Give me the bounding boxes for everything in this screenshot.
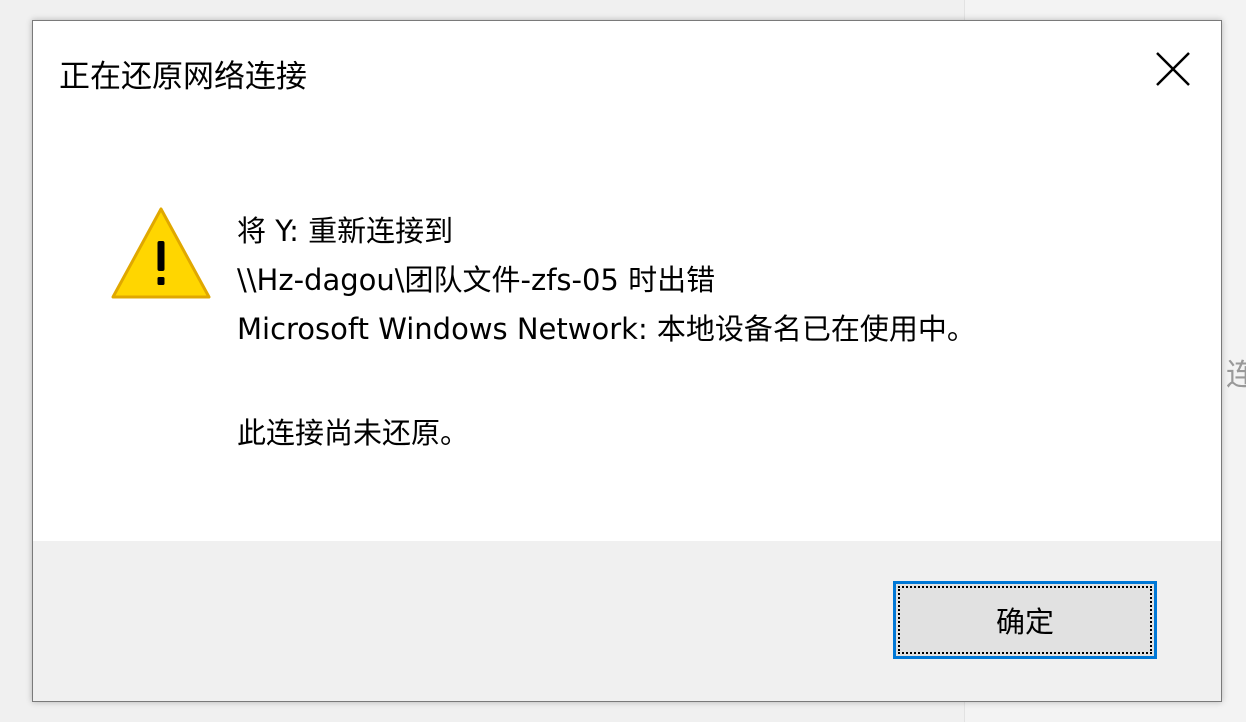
error-dialog: 正在还原网络连接 将 Y: 重新连接到 \\Hz-dagou\团队文件-zfs-…: [32, 20, 1222, 702]
close-icon: [1156, 52, 1190, 86]
close-button[interactable]: [1125, 21, 1221, 117]
dialog-titlebar[interactable]: 正在还原网络连接: [33, 21, 1221, 117]
ok-button-label: 确定: [995, 605, 1054, 639]
message-line: Microsoft Windows Network: 本地设备名已在使用中。: [237, 312, 976, 346]
dialog-content: 将 Y: 重新连接到 \\Hz-dagou\团队文件-zfs-05 时出错 Mi…: [33, 117, 1221, 541]
dialog-footer: 确定: [33, 541, 1221, 701]
error-message: 将 Y: 重新连接到 \\Hz-dagou\团队文件-zfs-05 时出错 Mi…: [237, 207, 976, 458]
background-partial-text: 连: [1226, 358, 1246, 393]
status-message: 此连接尚未还原。: [237, 416, 470, 450]
message-line: 将 Y: 重新连接到: [237, 214, 454, 248]
dialog-title: 正在还原网络连接: [59, 59, 307, 95]
ok-button[interactable]: 确定: [893, 581, 1157, 659]
warning-triangle-icon: [111, 207, 211, 299]
message-line: \\Hz-dagou\团队文件-zfs-05 时出错: [237, 263, 716, 297]
